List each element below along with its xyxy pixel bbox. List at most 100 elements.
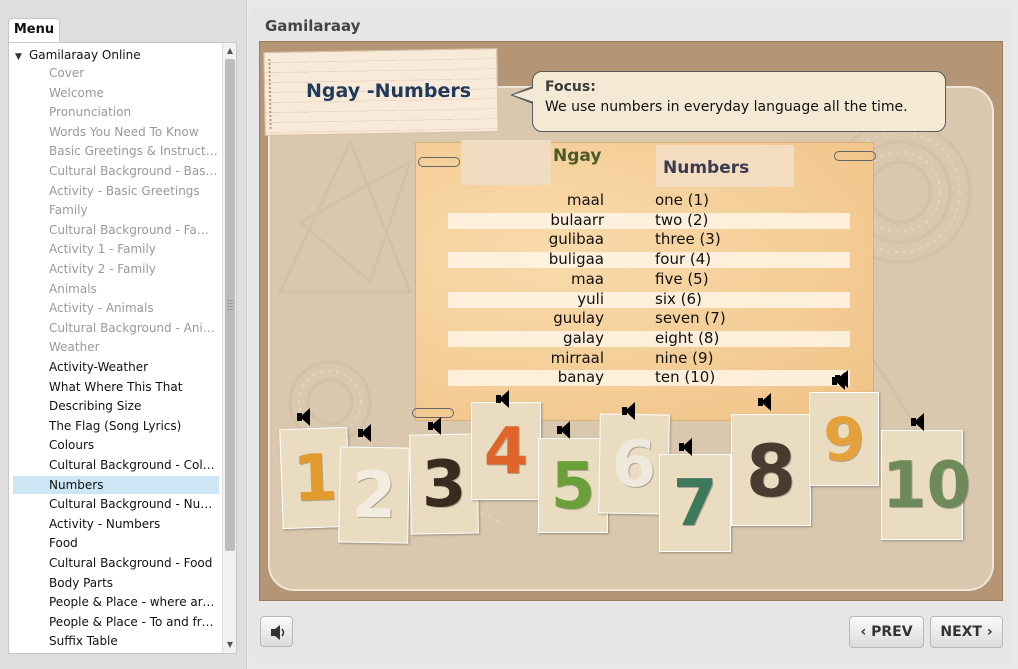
ngay-word: maal <box>566 191 604 209</box>
paperclip-icon <box>834 151 876 161</box>
number-card[interactable]: 7 <box>659 454 731 552</box>
menu-item[interactable]: Food <box>13 534 219 552</box>
speaker-icon[interactable] <box>835 370 849 388</box>
chevron-left-icon: ‹ <box>860 624 867 640</box>
speaker-icon[interactable] <box>297 408 311 426</box>
ngay-word: bulaarr <box>550 210 604 229</box>
menu-item[interactable]: Body Parts <box>13 574 219 592</box>
english-word: six (6) <box>655 289 702 308</box>
number-card[interactable]: 9 <box>809 392 879 486</box>
menu-item[interactable]: Activity-Weather <box>13 358 219 376</box>
menu-item[interactable]: Cultural Background - Colours <box>13 456 219 474</box>
menu-item[interactable]: Activity 1 - Family <box>13 240 219 258</box>
english-word: two (2) <box>655 210 709 229</box>
menu-item[interactable]: Colours <box>13 436 219 454</box>
paperclip-icon <box>418 157 460 167</box>
speaker-icon[interactable] <box>911 413 925 431</box>
number-card-digit: 9 <box>823 405 865 475</box>
menu-item[interactable]: Activity - Numbers <box>13 515 219 533</box>
number-card-digit: 8 <box>745 429 797 513</box>
numbers-paper: Ngay Numbers maal one (1) bulaarr two (2) gu… <box>415 140 876 421</box>
menu-item[interactable]: Numbers <box>13 475 219 494</box>
menu-item[interactable]: Activity - Basic Greetings <box>13 182 219 200</box>
menu-tree: ▼ Gamilaraay Online Cover Welcome Pronuncia… <box>8 42 237 654</box>
number-card-digit: 5 <box>550 449 596 524</box>
english-word: seven (7) <box>655 309 726 328</box>
main-panel: Gamilaraay Ngay -Numbers Focus: We use n… <box>249 8 1011 663</box>
number-card[interactable]: 4 <box>471 402 541 500</box>
menu-item[interactable]: Weather <box>13 338 219 356</box>
menu-tab[interactable]: Menu <box>8 18 60 42</box>
next-label: NEXT <box>940 624 982 640</box>
page-title: Gamilaraay <box>265 17 361 35</box>
menu-root[interactable]: ▼ Gamilaraay Online <box>15 46 141 64</box>
ngay-word: maa <box>571 269 604 288</box>
audio-button[interactable] <box>260 616 293 647</box>
ngay-word: buligaa <box>548 250 604 269</box>
speaker-icon[interactable] <box>358 424 372 442</box>
number-card[interactable]: 3 <box>409 433 479 535</box>
ngay-word: gulibaa <box>548 230 604 249</box>
menu-item[interactable]: Cultural Background - Animals <box>13 319 219 337</box>
number-card-digit: 10 <box>882 449 972 523</box>
menu-item[interactable]: Words You Need To Know <box>13 123 219 141</box>
menu-item[interactable]: Cultural Background - Family <box>13 221 219 239</box>
number-card-digit: 7 <box>672 467 718 541</box>
menu-item[interactable]: The Flag (Song Lyrics) <box>13 417 219 435</box>
scroll-up-arrow-icon[interactable]: ▲ <box>224 45 236 57</box>
number-card-digit: 4 <box>483 415 529 489</box>
ngay-word: yuli <box>577 289 604 308</box>
menu-item[interactable]: Cultural Background - Basic ... <box>13 162 219 180</box>
ngay-word: galay <box>563 328 604 347</box>
english-word: five (5) <box>655 269 709 288</box>
prev-button[interactable]: ‹ PREV <box>849 616 924 648</box>
menu-item[interactable]: What Where This That <box>13 378 219 396</box>
ngay-word: guulay <box>553 309 604 328</box>
menu-item[interactable]: Cover <box>13 64 219 82</box>
menu-item[interactable]: Activity 2 - Family <box>13 260 219 278</box>
sidebar: Menu ▼ Gamilaraay Online Cover Welcome Pron… <box>0 0 247 669</box>
menu-item[interactable]: Activity - Animals <box>13 299 219 317</box>
slide-stage: Ngay -Numbers Focus: We use numbers in e… <box>259 41 1003 601</box>
menu-item[interactable]: Basic Greetings & Instruction... <box>13 142 219 160</box>
menu-item[interactable]: People & Place - where are y... <box>13 593 219 611</box>
menu-item[interactable]: Animals <box>13 280 219 298</box>
english-word: ten (10) <box>655 368 716 387</box>
focus-label: Focus: <box>545 79 596 95</box>
prev-label: PREV <box>871 624 913 640</box>
english-word: eight (8) <box>655 328 720 347</box>
speaker-icon[interactable] <box>496 390 510 408</box>
number-card-digit: 2 <box>351 458 397 534</box>
number-card[interactable]: 8 <box>731 414 811 526</box>
scroll-down-arrow-icon[interactable]: ▼ <box>224 639 236 651</box>
menu-item[interactable]: Cultural Background - Numb... <box>13 495 219 513</box>
number-card[interactable]: 10 <box>881 430 972 540</box>
menu-root-label: Gamilaraay Online <box>29 48 141 62</box>
menu-scrollbar[interactable]: ▲ ▼ <box>222 43 236 653</box>
chevron-right-icon: › <box>986 624 993 640</box>
focus-callout: Focus: We use numbers in everyday langua… <box>532 71 946 132</box>
speaker-icon[interactable] <box>557 421 571 439</box>
next-button[interactable]: NEXT › <box>930 616 1003 648</box>
english-word: three (3) <box>655 230 721 249</box>
speaker-icon[interactable] <box>758 393 772 411</box>
focus-text: We use numbers in everyday language all … <box>545 99 908 115</box>
column-header-ngay: Ngay <box>553 146 602 166</box>
speaker-icon[interactable] <box>679 438 693 456</box>
ngay-word: mirraal <box>550 348 604 367</box>
number-card[interactable]: 2 <box>338 446 410 544</box>
column-header-numbers: Numbers <box>663 158 750 178</box>
menu-item[interactable]: Welcome <box>13 84 219 102</box>
scroll-thumb[interactable] <box>225 59 235 551</box>
menu-item[interactable]: Pronunciation <box>13 103 219 121</box>
menu-item[interactable]: Suffix Table <box>13 632 219 650</box>
number-card[interactable]: 5 <box>538 438 608 533</box>
speaker-icon[interactable] <box>622 402 636 420</box>
speaker-icon[interactable] <box>428 417 442 435</box>
menu-item[interactable]: People & Place - To and fro... <box>13 613 219 631</box>
ngay-word: banay <box>557 368 604 387</box>
speaker-icon <box>271 625 285 640</box>
menu-item[interactable]: Family <box>13 201 219 219</box>
menu-item[interactable]: Describing Size <box>13 397 219 415</box>
menu-item[interactable]: Cultural Background - Food <box>13 554 219 572</box>
